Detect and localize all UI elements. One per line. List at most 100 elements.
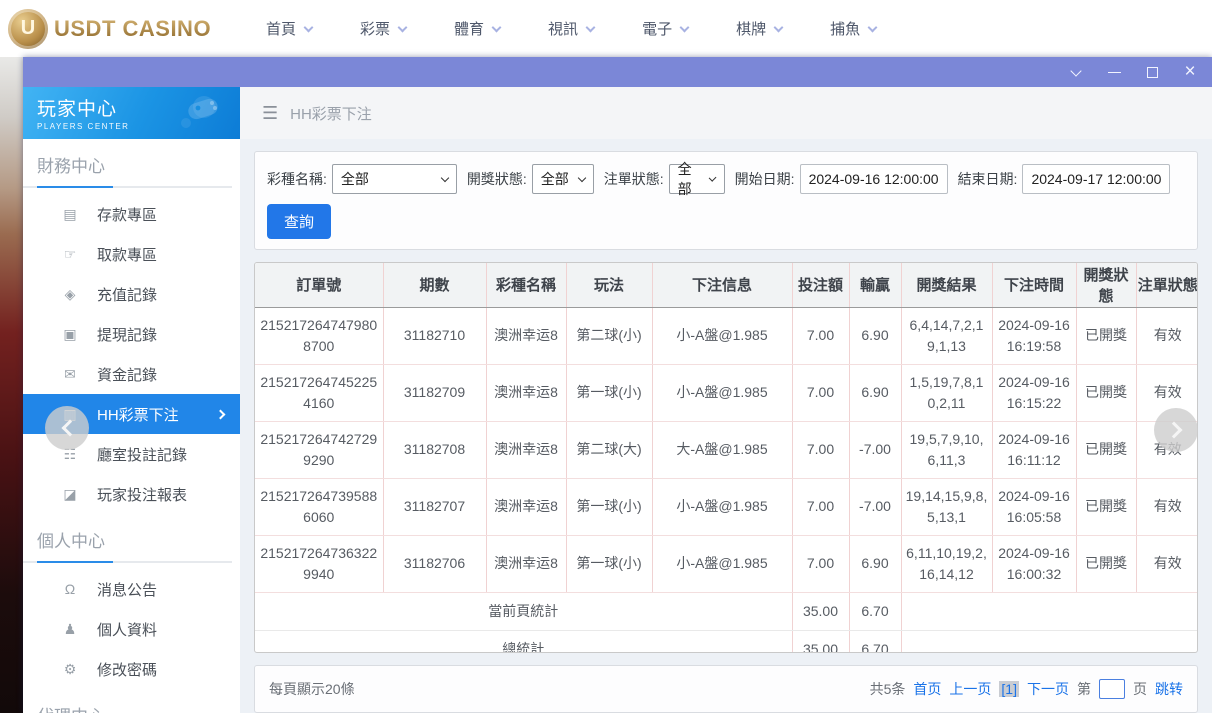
table-header-cell: 期數 <box>383 263 486 307</box>
maximize-icon[interactable] <box>1144 64 1160 80</box>
table-header-cell: 投注額 <box>792 263 849 307</box>
withdrawal-record-icon: ▣ <box>61 326 79 343</box>
expand-right-arrow-button[interactable] <box>1154 408 1198 452</box>
window-body: 玩家中心 PLAYERS CENTER 財務中心▤存款專區☞取款專區◈充值記錄▣… <box>23 87 1212 713</box>
sidebar-item-deposit[interactable]: ▤存款專區 <box>23 194 240 234</box>
table-cell: 澳洲幸运8 <box>486 307 566 364</box>
sidebar-item-password-gear[interactable]: ⚙修改密碼 <box>23 649 240 689</box>
nav-item[interactable]: 棋牌 <box>736 18 782 39</box>
chevron-down-icon <box>586 22 596 32</box>
table-cell: -7.00 <box>849 478 901 535</box>
sidebar-section-title: 財務中心 <box>23 139 240 186</box>
hamburger-menu-icon[interactable]: ☰ <box>262 103 278 124</box>
nav-item[interactable]: 捕魚 <box>830 18 876 39</box>
table-cell: 19,14,15,9,8,5,13,1 <box>901 478 992 535</box>
table-row: 215217264736322994031182706澳洲幸运8第一球(小)小-… <box>255 535 1198 592</box>
sidebar-item-withdrawal-record[interactable]: ▣提現記錄 <box>23 314 240 354</box>
funds-record-icon: ✉ <box>61 366 79 383</box>
jump-suffix-label: 页 <box>1133 679 1147 699</box>
lottery-name-value: 全部 <box>341 169 369 189</box>
chevron-left-icon <box>61 420 78 437</box>
chevron-down-icon <box>868 22 878 32</box>
summary-cell: 當前頁統計 <box>255 592 792 630</box>
profile-icon: ♟ <box>61 621 79 638</box>
minimize-icon[interactable] <box>1106 64 1122 80</box>
nav-item-label: 彩票 <box>360 18 390 39</box>
coin-letter: U <box>21 17 35 40</box>
draw-status-value: 全部 <box>541 169 569 189</box>
table-cell: 7.00 <box>792 307 849 364</box>
table-cell: 已開獎 <box>1076 307 1136 364</box>
table-cell: 已開獎 <box>1076 421 1136 478</box>
recharge-record-icon: ◈ <box>61 286 79 303</box>
select-arrow-icon <box>441 173 449 181</box>
withdraw-icon: ☞ <box>61 246 79 263</box>
collapse-left-arrow-button[interactable] <box>45 406 89 450</box>
summary-cell: 6.70 <box>849 630 901 653</box>
table-cell: 19,5,7,9,10,6,11,3 <box>901 421 992 478</box>
jump-page-input[interactable] <box>1099 679 1125 699</box>
close-icon[interactable]: × <box>1182 64 1198 80</box>
table-cell: 第二球(小) <box>566 307 652 364</box>
select-arrow-icon <box>709 173 717 181</box>
sidebar-item-profile[interactable]: ♟個人資料 <box>23 609 240 649</box>
jump-action-link[interactable]: 跳转 <box>1155 679 1183 699</box>
table-header-cell: 玩法 <box>566 263 652 307</box>
select-arrow-icon <box>578 173 586 181</box>
sidebar-item-recharge-record[interactable]: ◈充值記錄 <box>23 274 240 314</box>
announcement-bell-icon: Ω <box>61 581 79 597</box>
next-page-link[interactable]: 下一页 <box>1027 679 1069 699</box>
draw-status-select[interactable]: 全部 <box>532 164 594 194</box>
pagination-bar: 每頁顯示20條 共5条 首页 上一页 [1] 下一页 第 页 跳转 <box>254 665 1198 713</box>
table-cell: 1,5,19,7,8,10,2,11 <box>901 364 992 421</box>
table-header-cell: 開獎結果 <box>901 263 992 307</box>
nav-item[interactable]: 視訊 <box>548 18 594 39</box>
summary-cell: 總統計 <box>255 630 792 653</box>
nav-item-label: 捕魚 <box>830 18 860 39</box>
sidebar-item-withdraw[interactable]: ☞取款專區 <box>23 234 240 274</box>
end-date-input[interactable] <box>1022 164 1170 194</box>
nav-item[interactable]: 首頁 <box>266 18 312 39</box>
table-cell: 2024-09-16 16:19:58 <box>992 307 1076 364</box>
nav-item[interactable]: 彩票 <box>360 18 406 39</box>
lottery-name-select[interactable]: 全部 <box>332 164 457 194</box>
table-cell: 小-A盤@1.985 <box>652 535 792 592</box>
summary-cell <box>901 630 1198 653</box>
end-date-label: 結束日期: <box>958 169 1018 189</box>
page-size-text: 每頁顯示20條 <box>269 679 355 699</box>
table-cell: 31182706 <box>383 535 486 592</box>
sidebar-item-label: 消息公告 <box>97 579 157 600</box>
section-divider <box>23 561 232 563</box>
table-cell: 2152172647427299290 <box>255 421 383 478</box>
bets-table: 訂單號期數彩種名稱玩法下注信息投注額輸贏開獎結果下注時間開獎狀態注單狀態 215… <box>255 263 1198 653</box>
background-photo <box>0 57 23 713</box>
chevron-right-icon <box>1165 422 1182 439</box>
nav-item[interactable]: 電子 <box>642 18 688 39</box>
current-page-indicator: [1] <box>999 681 1019 697</box>
sidebar-item-player-report[interactable]: ◪玩家投注報表 <box>23 474 240 514</box>
table-cell: -7.00 <box>849 421 901 478</box>
chevron-down-icon[interactable] <box>1068 64 1084 80</box>
top-nav: U USDT CASINO 首頁 彩票 體育 視訊 電子 棋牌 捕魚 <box>0 0 1212 57</box>
query-button[interactable]: 查詢 <box>267 204 331 239</box>
prev-page-link[interactable]: 上一页 <box>949 679 991 699</box>
summary-row: 當前頁統計35.006.70 <box>255 592 1198 630</box>
table-cell: 31182709 <box>383 364 486 421</box>
order-status-select[interactable]: 全部 <box>669 164 725 194</box>
table-cell: 澳洲幸运8 <box>486 478 566 535</box>
table-cell: 第一球(小) <box>566 478 652 535</box>
table-cell: 第一球(小) <box>566 364 652 421</box>
sidebar-item-announcement-bell[interactable]: Ω 消息公告 <box>23 569 240 609</box>
start-date-input[interactable] <box>800 164 948 194</box>
nav-item[interactable]: 體育 <box>454 18 500 39</box>
first-page-link[interactable]: 首页 <box>913 679 941 699</box>
table-cell: 澳洲幸运8 <box>486 421 566 478</box>
table-cell: 6.90 <box>849 535 901 592</box>
table-row: 215217264745225416031182709澳洲幸运8第一球(小)小-… <box>255 364 1198 421</box>
sidebar-item-funds-record[interactable]: ✉資金記錄 <box>23 354 240 394</box>
nav-item-label: 視訊 <box>548 18 578 39</box>
summary-cell: 35.00 <box>792 630 849 653</box>
table-cell: 第一球(小) <box>566 535 652 592</box>
table-cell: 小-A盤@1.985 <box>652 364 792 421</box>
logo[interactable]: U USDT CASINO <box>8 9 238 49</box>
